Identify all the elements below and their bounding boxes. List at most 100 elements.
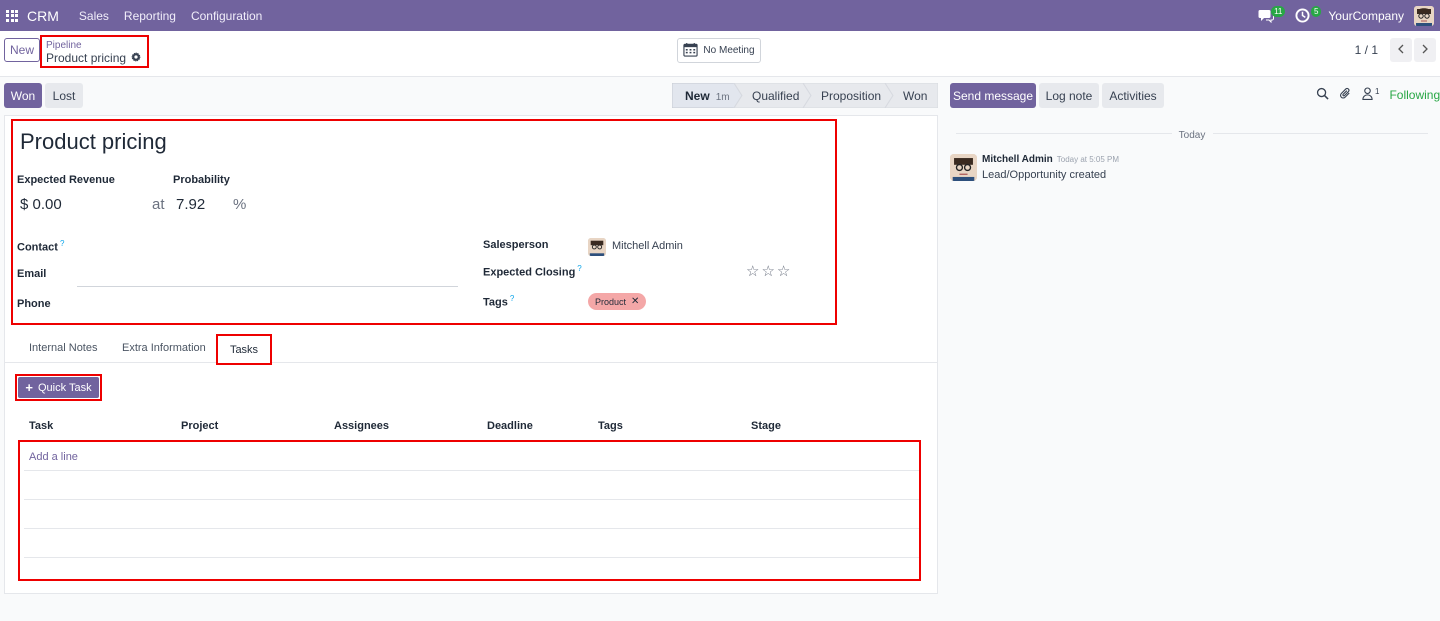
tab-internal-notes[interactable]: Internal Notes [29,342,97,354]
table-row-divider [24,470,919,471]
followers-button[interactable]: 1 [1362,87,1379,103]
column-stage[interactable]: Stage [751,420,781,432]
expected-revenue-label: Expected Revenue [17,174,115,186]
mark-won-button[interactable]: Won [4,83,42,108]
calendar-icon [683,42,699,60]
percent-sign: % [233,196,247,213]
gear-icon[interactable] [131,51,142,65]
plus-icon: + [25,380,33,395]
contact-label-text: Contact [17,241,58,254]
email-label: Email [17,268,47,280]
activities-button[interactable]: Activities [1102,83,1164,108]
help-tooltip-icon[interactable]: ? [510,294,514,303]
probability-label: Probability [173,174,230,186]
star-icon[interactable]: ☆ [746,262,759,280]
salesperson-field[interactable]: Mitchell Admin [612,240,683,252]
pager-previous-button[interactable] [1390,38,1412,62]
probability-field[interactable]: 7.92 [176,196,205,213]
messages-icon[interactable]: 11 [1256,5,1286,26]
stage-new[interactable]: New 1m [685,89,730,103]
followers-count: 1 [1375,87,1380,96]
breadcrumb-pipeline[interactable]: Pipeline [46,40,147,51]
contact-label: Contact? [17,239,64,254]
menu-sales[interactable]: Sales [79,9,109,23]
table-row-divider [24,528,919,529]
star-icon[interactable]: ☆ [777,262,790,280]
user-avatar[interactable] [1414,5,1434,26]
paperclip-icon[interactable] [1339,87,1352,103]
chevron-right-icon [1421,43,1429,57]
help-tooltip-icon[interactable]: ? [577,264,581,273]
company-switcher[interactable]: YourCompany [1328,9,1404,23]
search-icon[interactable] [1316,87,1329,103]
star-icon[interactable]: ☆ [761,262,774,280]
date-separator: Today [1178,130,1206,141]
message-author[interactable]: Mitchell Admin [982,154,1053,165]
top-navbar: CRM Sales Reporting Configuration 11 5 Y… [0,0,1440,31]
menu-reporting[interactable]: Reporting [124,9,176,23]
breadcrumb: Pipeline Product pricing [40,35,149,68]
quick-task-label: Quick Task [38,381,92,394]
chevron-left-icon [1397,43,1405,57]
stage-proposition[interactable]: Proposition [821,89,881,103]
chatter-tools: 1 Following [1316,87,1440,103]
table-row-divider [24,499,919,500]
meeting-label: No Meeting [703,45,755,56]
app-menu-icon[interactable] [6,9,18,22]
pager-next-button[interactable] [1414,38,1436,62]
remove-tag-icon[interactable]: ✕ [631,296,639,307]
mark-lost-button[interactable]: Lost [45,83,83,108]
phone-label: Phone [17,298,51,310]
tag-badge: Product ✕ [588,293,647,310]
send-message-button[interactable]: Send message [950,83,1036,108]
pager-value[interactable]: 1 / 1 [1355,43,1378,57]
help-tooltip-icon[interactable]: ? [60,239,64,248]
add-a-line-link[interactable]: Add a line [29,451,78,463]
tasks-table-body: Add a line [18,440,921,581]
tag-label: Product [595,296,627,307]
table-row-divider [24,557,919,558]
highlight-quick-task: + Quick Task [15,374,102,401]
column-deadline[interactable]: Deadline [487,420,533,432]
message-header: Mitchell Admin Today at 5:05 PM [982,154,1119,165]
stage-new-label: New [685,89,710,103]
stage-new-duration: 1m [715,92,730,103]
stage-won[interactable]: Won [903,89,927,103]
message-author-avatar[interactable] [950,154,977,181]
column-project[interactable]: Project [181,420,218,432]
tags-label-text: Tags [483,296,508,309]
expected-closing-label: Expected Closing? [483,264,582,279]
meeting-button[interactable]: No Meeting [677,38,761,63]
tasks-table-header: Task Project Assignees Deadline Tags Sta… [18,414,923,440]
breadcrumb-current: Product pricing [46,51,147,65]
salesperson-avatar [588,238,606,256]
activities-badge: 5 [1310,5,1322,17]
stage-qualified[interactable]: Qualified [752,89,799,103]
app-name[interactable]: CRM [27,8,59,24]
notebook-tabs: Internal Notes Extra Information [4,334,938,363]
column-tags[interactable]: Tags [598,420,623,432]
email-field[interactable] [77,286,458,287]
at-text: at [152,196,165,213]
tab-extra-information[interactable]: Extra Information [122,342,206,354]
message-time: Today at 5:05 PM [1056,155,1120,164]
column-task[interactable]: Task [29,420,53,432]
following-button[interactable]: Following [1389,88,1440,102]
message-body: Lead/Opportunity created [982,169,1107,181]
expected-closing-label-text: Expected Closing [483,266,576,279]
activities-icon[interactable]: 5 [1292,5,1322,26]
menu-configuration[interactable]: Configuration [191,9,262,23]
salesperson-label: Salesperson [483,239,549,251]
tags-label: Tags? [483,294,514,309]
log-note-button[interactable]: Log note [1039,83,1099,108]
new-button[interactable]: New [4,38,40,62]
expected-revenue-field[interactable]: $ 0.00 [20,196,62,213]
column-assignees[interactable]: Assignees [334,420,389,432]
messages-badge: 11 [1271,5,1286,17]
opportunity-title[interactable]: Product pricing [20,129,167,155]
quick-task-button[interactable]: + Quick Task [18,377,99,398]
priority-stars[interactable]: ☆ ☆ ☆ [746,262,790,280]
user-icon [1362,87,1373,103]
control-panel: New Pipeline Product pricing No Meeting … [0,31,1440,77]
tab-tasks[interactable]: Tasks [216,334,272,365]
